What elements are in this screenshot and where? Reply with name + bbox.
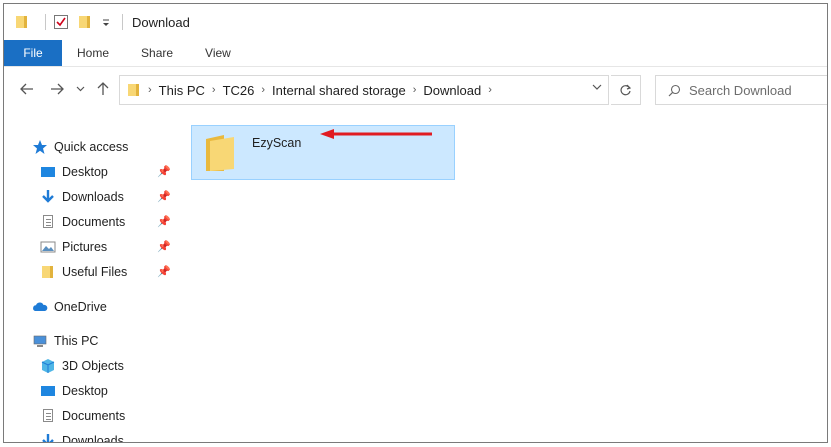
chevron-right-icon[interactable]: › <box>413 84 417 96</box>
back-arrow-icon <box>20 83 33 95</box>
up-arrow-icon <box>97 82 109 95</box>
nav-pc-desktop[interactable]: Desktop <box>40 380 108 402</box>
nav-label: Downloads <box>62 434 124 443</box>
pin-icon[interactable]: 📌 <box>157 240 171 253</box>
folder-icon <box>14 14 30 30</box>
cube-icon <box>40 358 56 374</box>
nav-label: Documents <box>62 409 126 423</box>
forward-button[interactable] <box>46 78 68 100</box>
pin-icon[interactable]: 📌 <box>157 215 171 228</box>
desktop-icon <box>40 164 56 180</box>
chevron-right-icon[interactable]: › <box>148 84 152 96</box>
nav-pc-documents[interactable]: Documents <box>40 405 125 427</box>
chevron-down-icon <box>76 86 84 92</box>
tab-share[interactable]: Share <box>125 40 189 66</box>
chevron-right-icon[interactable]: › <box>212 84 216 96</box>
pin-icon[interactable]: 📌 <box>157 265 171 278</box>
chevron-right-icon[interactable]: › <box>488 84 492 96</box>
nav-label: Pictures <box>62 240 108 254</box>
refresh-icon <box>620 84 632 95</box>
back-button[interactable] <box>16 78 38 100</box>
nav-label: Useful Files <box>62 265 128 279</box>
nav-3d-objects[interactable]: 3D Objects <box>40 355 124 377</box>
tab-view[interactable]: View <box>189 40 247 66</box>
nav-useful-files[interactable]: Useful Files 📌 <box>40 261 187 283</box>
computer-icon <box>32 333 48 349</box>
ribbon-tabs: File Home Share View <box>4 40 827 67</box>
refresh-button[interactable] <box>611 75 641 105</box>
red-arrow-annotation <box>320 129 432 139</box>
window-title: Download <box>132 14 190 30</box>
nav-label: Downloads <box>62 190 124 204</box>
nav-label: Desktop <box>62 165 108 179</box>
new-folder-icon[interactable] <box>77 14 93 30</box>
nav-documents[interactable]: Documents 📌 <box>40 211 187 233</box>
breadcrumb-tc26[interactable]: TC26 <box>223 83 255 98</box>
breadcrumb-this-pc[interactable]: This PC <box>159 83 205 98</box>
pin-icon[interactable]: 📌 <box>157 165 171 178</box>
address-bar[interactable]: › This PC › TC26 › Internal shared stora… <box>119 75 609 105</box>
folder-icon <box>40 264 56 280</box>
navigation-pane: Quick access Desktop 📌 Downloads 📌 Docum… <box>4 111 187 443</box>
nav-pc-downloads[interactable]: Downloads <box>40 430 124 443</box>
pictures-icon <box>40 239 56 255</box>
breadcrumb-download[interactable]: Download <box>423 83 481 98</box>
search-icon <box>668 84 681 96</box>
chevron-right-icon[interactable]: › <box>261 84 265 96</box>
file-list: EzyScan <box>187 111 827 442</box>
document-icon <box>40 214 56 230</box>
explorer-window: Download File Home Share View › This PC … <box>3 3 828 443</box>
address-dropdown-icon[interactable] <box>592 82 602 94</box>
nav-quick-access[interactable]: Quick access <box>32 136 128 158</box>
nav-label: This PC <box>54 334 99 348</box>
nav-label: Documents <box>62 215 126 229</box>
nav-label: Desktop <box>62 384 108 398</box>
nav-downloads[interactable]: Downloads 📌 <box>40 186 187 208</box>
search-box[interactable] <box>655 75 827 105</box>
nav-onedrive[interactable]: OneDrive <box>32 296 107 318</box>
tab-file[interactable]: File <box>4 40 62 66</box>
document-icon <box>40 408 56 424</box>
nav-label: OneDrive <box>54 300 107 314</box>
search-input[interactable] <box>689 82 819 98</box>
breadcrumb-internal-storage[interactable]: Internal shared storage <box>272 83 406 98</box>
customize-toolbar-icon[interactable] <box>101 14 111 30</box>
address-row: › This PC › TC26 › Internal shared stora… <box>4 67 827 111</box>
folder-name: EzyScan <box>252 136 302 150</box>
divider <box>45 14 46 30</box>
forward-arrow-icon <box>51 83 64 95</box>
divider <box>122 14 123 30</box>
nav-desktop[interactable]: Desktop 📌 <box>40 161 187 183</box>
quick-access-toolbar: Download <box>4 4 190 40</box>
nav-this-pc[interactable]: This PC <box>32 330 98 352</box>
desktop-icon <box>40 383 56 399</box>
up-button[interactable] <box>92 78 114 100</box>
nav-label: 3D Objects <box>62 359 124 373</box>
tab-home[interactable]: Home <box>62 40 125 66</box>
nav-pictures[interactable]: Pictures 📌 <box>40 236 187 258</box>
recent-locations-button[interactable] <box>74 78 86 100</box>
properties-icon[interactable] <box>53 14 69 30</box>
cloud-icon <box>32 299 48 315</box>
download-arrow-icon <box>40 433 56 442</box>
star-icon <box>32 139 48 155</box>
pin-icon[interactable]: 📌 <box>157 190 171 203</box>
nav-label: Quick access <box>54 140 129 154</box>
folder-icon <box>126 82 142 98</box>
title-bar: Download <box>4 4 827 40</box>
folder-icon <box>204 133 236 173</box>
download-arrow-icon <box>40 189 56 205</box>
